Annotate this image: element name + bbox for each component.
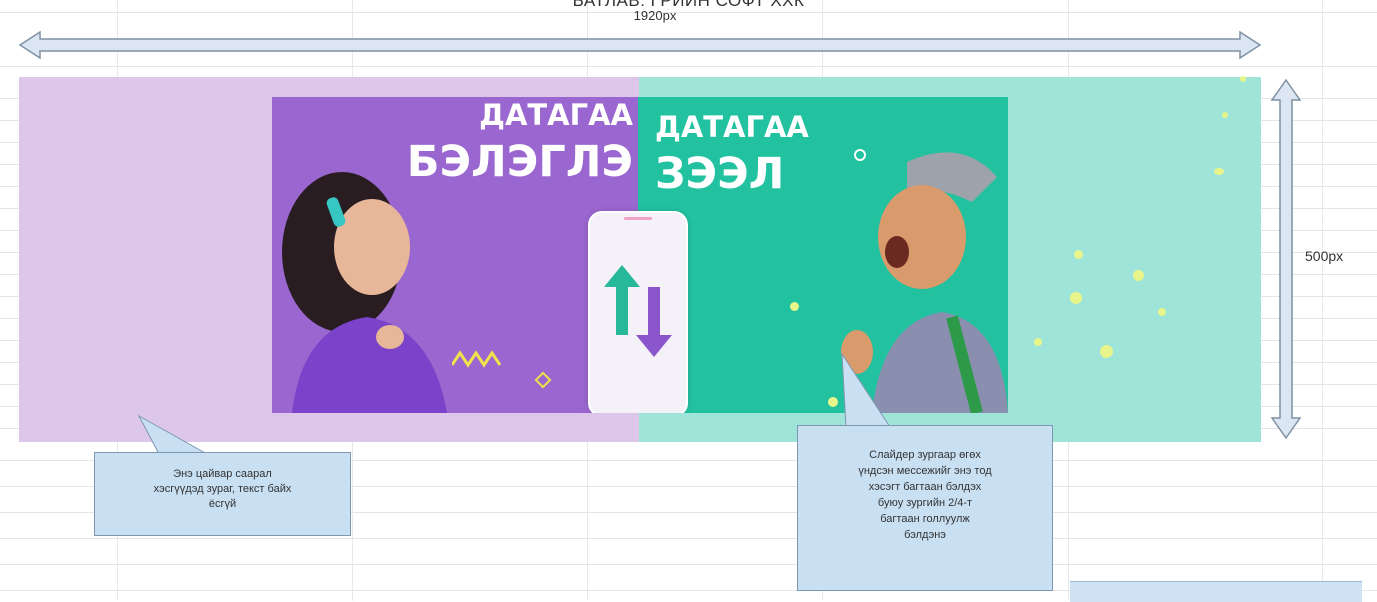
diamond-decoration (534, 371, 552, 389)
headline-right-line2: ЗЭЭЛ (655, 149, 785, 199)
double-headed-horizontal-arrow-icon (18, 30, 1262, 60)
grid-line (0, 564, 1377, 565)
callout-left-note: Энэ цайвар саарал хэсгүүдэд зураг, текст… (94, 452, 351, 536)
headline-right-line1: ДАТАГАА (655, 110, 809, 144)
confetti-dot (1158, 308, 1166, 316)
confetti-dot (1034, 338, 1042, 346)
callout-text: үндсэн мессежийг энэ тод (858, 465, 992, 477)
callout-text: багтаан голлуулж (880, 513, 970, 525)
confetti-dot (1074, 250, 1083, 259)
grid-line (0, 66, 1377, 67)
width-label: 1920px (633, 8, 677, 23)
confetti-dot (1222, 112, 1228, 118)
circle-decoration (854, 149, 866, 161)
double-headed-vertical-arrow-icon (1270, 78, 1302, 440)
woman-illustration (282, 172, 447, 413)
confetti-dot (1214, 168, 1224, 175)
phone-notch (624, 217, 652, 220)
callout-text: буюу зургийн 2/4-т (877, 497, 973, 509)
grid-line (0, 538, 1377, 539)
squiggle-decoration (452, 350, 502, 368)
callout-text: хэсэгт багтаан бэлдэх (868, 481, 982, 493)
callout-text: ёсгүй (208, 498, 237, 510)
up-down-arrows-icon (604, 265, 672, 357)
grid-line (1322, 0, 1323, 601)
callout-text: хэсгүүдэд зураг, текст байх (153, 483, 292, 495)
callout-pointer (841, 352, 891, 428)
height-label: 500px (1305, 248, 1344, 264)
callout-text: Слайдер зургаар өгөх (869, 449, 981, 461)
confetti-dot (1240, 76, 1246, 82)
confetti-dot (1070, 292, 1082, 304)
callout-text: бэлдэнэ (904, 529, 946, 541)
confetti-dot (828, 397, 838, 407)
headline-left-line1: ДАТАГАА (479, 98, 633, 132)
callout-pointer (137, 414, 209, 455)
callout-right-note: Слайдер зургаар өгөх үндсэн мессежийг эн… (797, 425, 1053, 591)
phone-illustration (588, 211, 688, 413)
callout-text: Энэ цайвар саарал (173, 468, 272, 480)
confetti-dot (1100, 345, 1113, 358)
selected-cell-range[interactable] (1070, 581, 1362, 602)
confetti-dot (1133, 270, 1144, 281)
confetti-dot (790, 302, 799, 311)
